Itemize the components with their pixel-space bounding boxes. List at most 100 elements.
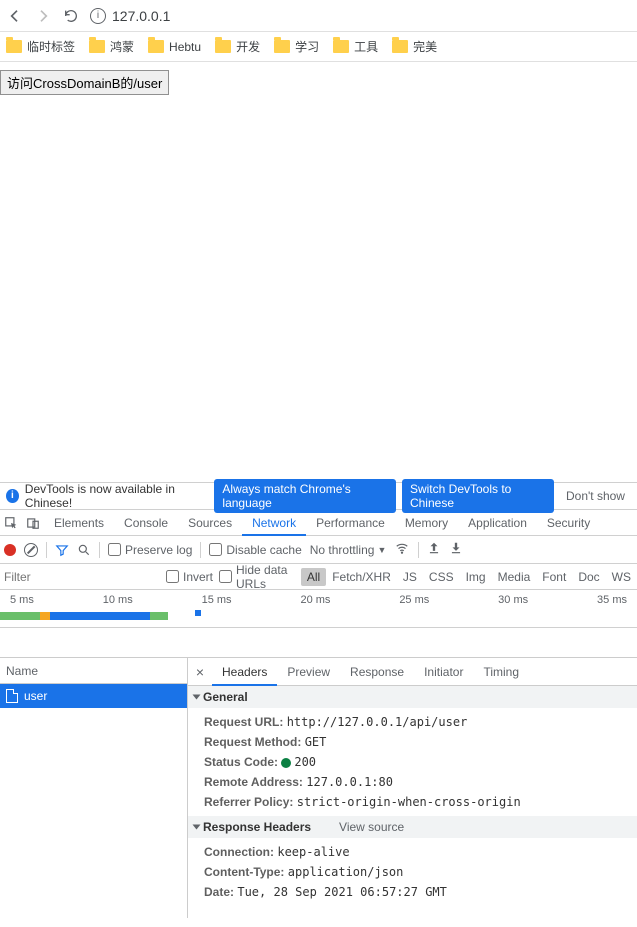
folder-icon bbox=[6, 40, 22, 53]
url-text: 127.0.0.1 bbox=[112, 8, 170, 24]
tab-performance[interactable]: Performance bbox=[306, 510, 395, 536]
clear-icon[interactable] bbox=[24, 543, 38, 557]
info-badge-icon: i bbox=[6, 489, 19, 503]
switch-chinese-button[interactable]: Switch DevTools to Chinese bbox=[402, 479, 554, 513]
folder-icon bbox=[274, 40, 290, 53]
file-icon bbox=[6, 689, 18, 703]
type-filter-font[interactable]: Font bbox=[536, 568, 572, 586]
detail-tab-preview[interactable]: Preview bbox=[277, 658, 340, 686]
browser-navbar: i 127.0.0.1 bbox=[0, 0, 637, 32]
detail-tabs: × HeadersPreviewResponseInitiatorTiming bbox=[188, 658, 637, 686]
info-icon[interactable]: i bbox=[90, 8, 106, 24]
timeline-marker bbox=[195, 610, 201, 616]
tab-application[interactable]: Application bbox=[458, 510, 537, 536]
device-toggle-icon[interactable] bbox=[22, 516, 44, 530]
kv-row: Request URL: http://127.0.0.1/api/user bbox=[204, 712, 637, 732]
search-icon[interactable] bbox=[77, 543, 91, 557]
bookmark-item[interactable]: 学习 bbox=[274, 38, 319, 55]
wifi-icon[interactable] bbox=[394, 541, 410, 558]
request-row[interactable]: user bbox=[0, 684, 187, 708]
folder-icon bbox=[215, 40, 231, 53]
type-filter-fetch-xhr[interactable]: Fetch/XHR bbox=[326, 568, 397, 586]
folder-icon bbox=[392, 40, 408, 53]
bookmark-item[interactable]: 鸿蒙 bbox=[89, 38, 134, 55]
response-headers-section[interactable]: Response HeadersView source bbox=[188, 816, 637, 838]
detail-tab-timing[interactable]: Timing bbox=[473, 658, 529, 686]
disable-cache-checkbox[interactable]: Disable cache bbox=[209, 543, 301, 557]
bookmark-item[interactable]: 临时标签 bbox=[6, 38, 75, 55]
status-dot-icon bbox=[281, 758, 291, 768]
hide-urls-checkbox[interactable]: Hide data URLs bbox=[219, 563, 293, 591]
tab-network[interactable]: Network bbox=[242, 510, 306, 536]
filter-row: Invert Hide data URLs AllFetch/XHRJSCSSI… bbox=[0, 564, 637, 590]
network-toolbar: Preserve log Disable cache No throttling… bbox=[0, 536, 637, 564]
spacer bbox=[0, 628, 637, 658]
detail-tab-headers[interactable]: Headers bbox=[212, 658, 277, 686]
detail-tab-response[interactable]: Response bbox=[340, 658, 414, 686]
forward-icon[interactable] bbox=[34, 7, 52, 25]
bookmarks-bar: 临时标签鸿蒙 Hebtu 开发学习工具完美 bbox=[0, 32, 637, 62]
devtools-tabs: ElementsConsoleSourcesNetworkPerformance… bbox=[0, 510, 637, 536]
record-icon[interactable] bbox=[4, 544, 16, 556]
inspect-icon[interactable] bbox=[0, 516, 22, 530]
type-filter-js[interactable]: JS bbox=[397, 568, 423, 586]
bookmark-item[interactable]: 开发 bbox=[215, 38, 260, 55]
kv-row: Referrer Policy: strict-origin-when-cros… bbox=[204, 792, 637, 812]
kv-row: Connection: keep-alive bbox=[204, 842, 637, 862]
kv-row: Remote Address: 127.0.0.1:80 bbox=[204, 772, 637, 792]
page-content: 访问CrossDomainB的/user bbox=[0, 62, 637, 482]
tab-console[interactable]: Console bbox=[114, 510, 178, 536]
type-filter-doc[interactable]: Doc bbox=[572, 568, 605, 586]
invert-checkbox[interactable]: Invert bbox=[166, 570, 213, 584]
timeline-bar bbox=[0, 612, 168, 620]
close-icon[interactable]: × bbox=[188, 664, 212, 680]
folder-icon bbox=[148, 40, 164, 53]
kv-row: Date: Tue, 28 Sep 2021 06:57:27 GMT bbox=[204, 882, 637, 902]
folder-icon bbox=[333, 40, 349, 53]
address-bar[interactable]: i 127.0.0.1 bbox=[90, 8, 170, 24]
request-list-header[interactable]: Name bbox=[0, 658, 187, 684]
type-filter-tabs: AllFetch/XHRJSCSSImgMediaFontDocWS bbox=[301, 568, 637, 586]
caret-icon bbox=[193, 695, 201, 700]
preserve-log-checkbox[interactable]: Preserve log bbox=[108, 543, 192, 557]
devtools-banner: i DevTools is now available in Chinese! … bbox=[0, 482, 637, 510]
kv-row: Request Method: GET bbox=[204, 732, 637, 752]
type-filter-all[interactable]: All bbox=[301, 568, 326, 586]
view-source-link[interactable]: View source bbox=[339, 816, 404, 838]
back-icon[interactable] bbox=[6, 7, 24, 25]
filter-icon[interactable] bbox=[55, 543, 69, 557]
bookmark-item[interactable]: 工具 bbox=[333, 38, 378, 55]
kv-row: Status Code: 200 bbox=[204, 752, 637, 772]
tab-memory[interactable]: Memory bbox=[395, 510, 458, 536]
network-timeline[interactable]: 5 ms10 ms15 ms20 ms25 ms30 ms35 ms bbox=[0, 590, 637, 628]
kv-row: Content-Type: application/json bbox=[204, 862, 637, 882]
match-language-button[interactable]: Always match Chrome's language bbox=[214, 479, 396, 513]
request-details: × HeadersPreviewResponseInitiatorTiming … bbox=[188, 658, 637, 918]
filter-input[interactable] bbox=[0, 567, 160, 587]
general-section-header[interactable]: General bbox=[188, 686, 637, 708]
upload-icon[interactable] bbox=[427, 541, 441, 558]
tab-elements[interactable]: Elements bbox=[44, 510, 114, 536]
request-list: Name user bbox=[0, 658, 188, 918]
type-filter-css[interactable]: CSS bbox=[423, 568, 460, 586]
bookmark-item[interactable]: Hebtu bbox=[148, 40, 201, 54]
caret-icon bbox=[193, 825, 201, 830]
folder-icon bbox=[89, 40, 105, 53]
banner-message: DevTools is now available in Chinese! bbox=[25, 482, 209, 510]
bookmark-item[interactable]: 完美 bbox=[392, 38, 437, 55]
download-icon[interactable] bbox=[449, 541, 463, 558]
type-filter-media[interactable]: Media bbox=[492, 568, 537, 586]
type-filter-ws[interactable]: WS bbox=[606, 568, 637, 586]
timeline-ticks: 5 ms10 ms15 ms20 ms25 ms30 ms35 ms bbox=[0, 590, 637, 606]
tab-security[interactable]: Security bbox=[537, 510, 600, 536]
request-panel: Name user × HeadersPreviewResponseInitia… bbox=[0, 658, 637, 918]
request-name: user bbox=[24, 689, 47, 703]
cross-domain-button[interactable]: 访问CrossDomainB的/user bbox=[0, 70, 169, 95]
reload-icon[interactable] bbox=[62, 7, 80, 25]
response-headers-kv: Connection: keep-aliveContent-Type: appl… bbox=[188, 838, 637, 906]
tab-sources[interactable]: Sources bbox=[178, 510, 242, 536]
type-filter-img[interactable]: Img bbox=[460, 568, 492, 586]
dont-show-button[interactable]: Don't show bbox=[560, 486, 631, 506]
detail-tab-initiator[interactable]: Initiator bbox=[414, 658, 473, 686]
throttling-select[interactable]: No throttling ▼ bbox=[310, 543, 387, 557]
